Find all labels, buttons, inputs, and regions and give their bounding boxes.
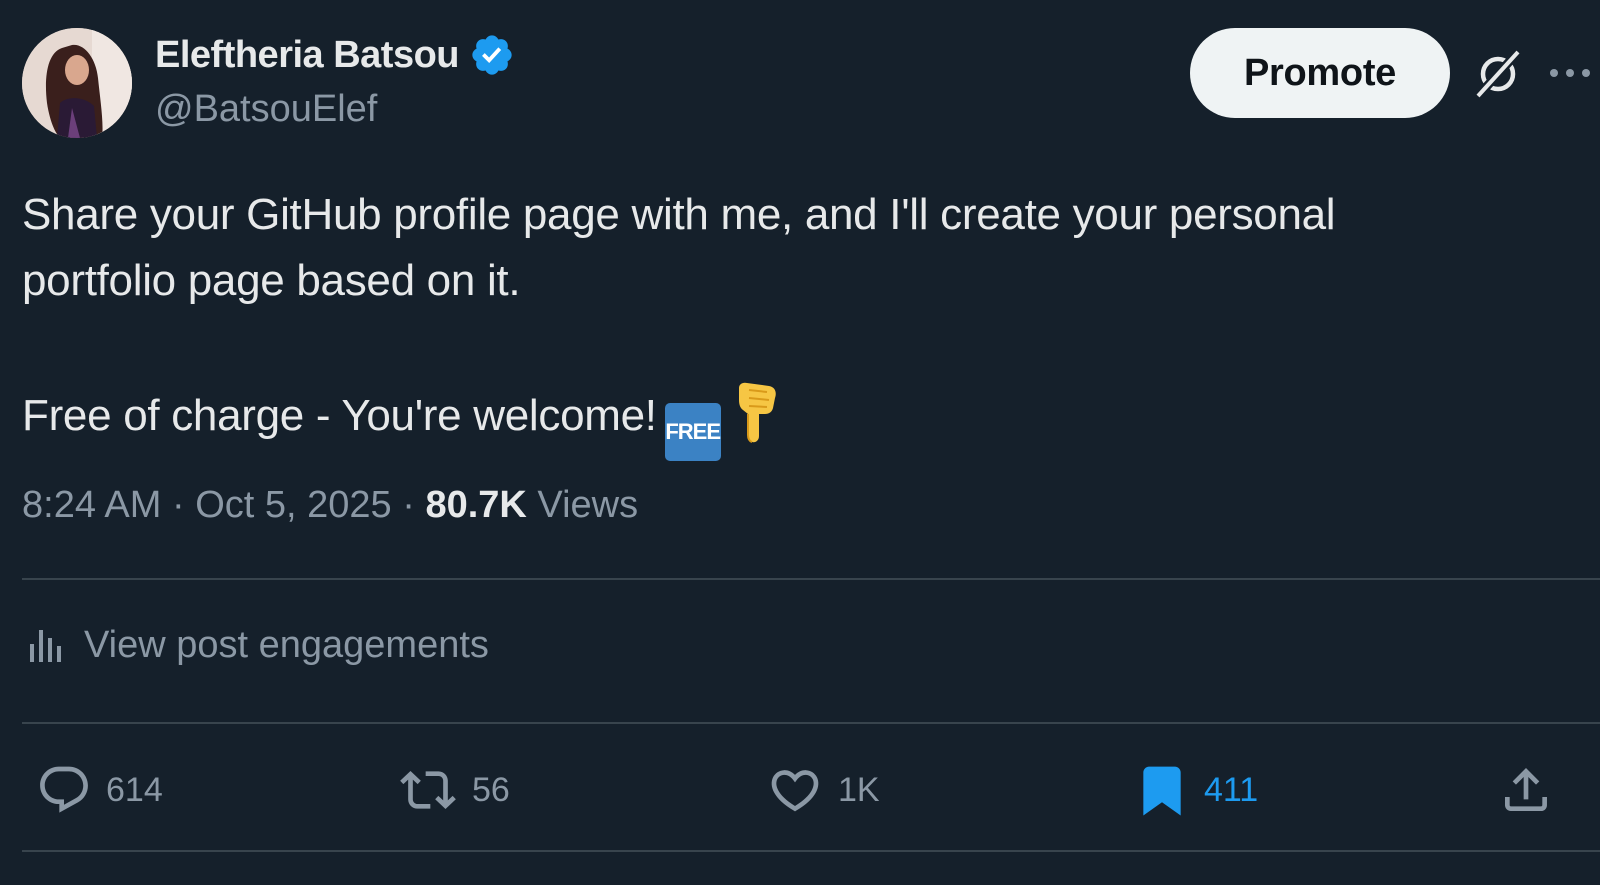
author-name-row[interactable]: Eleftheria Batsou — [155, 32, 515, 78]
more-button[interactable] — [1548, 58, 1594, 88]
post-meta: 8:24 AM · Oct 5, 2025 · 80.7K Views — [22, 484, 638, 527]
more-icon — [1550, 69, 1590, 77]
author-name[interactable]: Eleftheria Batsou — [155, 34, 460, 77]
post-time[interactable]: 8:24 AM — [22, 484, 161, 526]
post-date[interactable]: Oct 5, 2025 — [195, 484, 391, 526]
meta-separator: · — [402, 484, 415, 526]
reply-count: 614 — [106, 770, 163, 809]
view-engagements-link[interactable]: View post engagements — [22, 622, 489, 668]
grok-icon — [1474, 48, 1522, 100]
grok-button[interactable] — [1472, 48, 1524, 100]
tweet-detail: Eleftheria Batsou @BatsouElef Promote Sh… — [0, 0, 1600, 885]
views-label: Views — [537, 484, 639, 526]
divider — [22, 722, 1600, 724]
bookmark-button[interactable]: 411 — [1134, 760, 1258, 820]
repost-count: 56 — [472, 770, 510, 809]
post-text-line-with-emoji: Free of charge - You're welcome! FREE — [22, 380, 1562, 461]
views-count: 80.7K — [425, 484, 527, 526]
verified-badge-icon[interactable] — [469, 32, 515, 78]
like-count: 1K — [838, 770, 880, 809]
bookmark-count: 411 — [1204, 770, 1259, 809]
reply-icon — [40, 766, 88, 813]
post-text: Share your GitHub profile page with me, … — [22, 182, 1562, 461]
free-emoji-icon: FREE — [664, 403, 721, 461]
post-text-line: Share your GitHub profile page with me, … — [22, 190, 1336, 239]
divider — [22, 850, 1600, 852]
post-text-line: Free of charge - You're welcome! — [22, 391, 657, 440]
view-engagements-label: View post engagements — [84, 623, 489, 666]
repost-icon — [400, 771, 456, 809]
repost-button[interactable]: 56 — [398, 760, 510, 820]
heart-icon — [771, 770, 819, 812]
like-button[interactable]: 1K — [766, 760, 880, 820]
analytics-icon — [30, 630, 61, 662]
meta-separator: · — [171, 484, 185, 526]
share-icon — [1505, 768, 1547, 811]
author-handle[interactable]: @BatsouElef — [155, 88, 377, 131]
reply-button[interactable]: 614 — [36, 760, 163, 820]
avatar-image — [22, 28, 132, 138]
promote-button[interactable]: Promote — [1190, 28, 1450, 118]
share-button[interactable] — [1498, 760, 1554, 820]
pointing-down-emoji-icon — [738, 382, 776, 443]
post-text-line: portfolio page based on it. — [22, 256, 521, 305]
avatar[interactable] — [22, 28, 132, 138]
bookmark-filled-icon — [1143, 766, 1181, 816]
divider — [22, 578, 1600, 580]
